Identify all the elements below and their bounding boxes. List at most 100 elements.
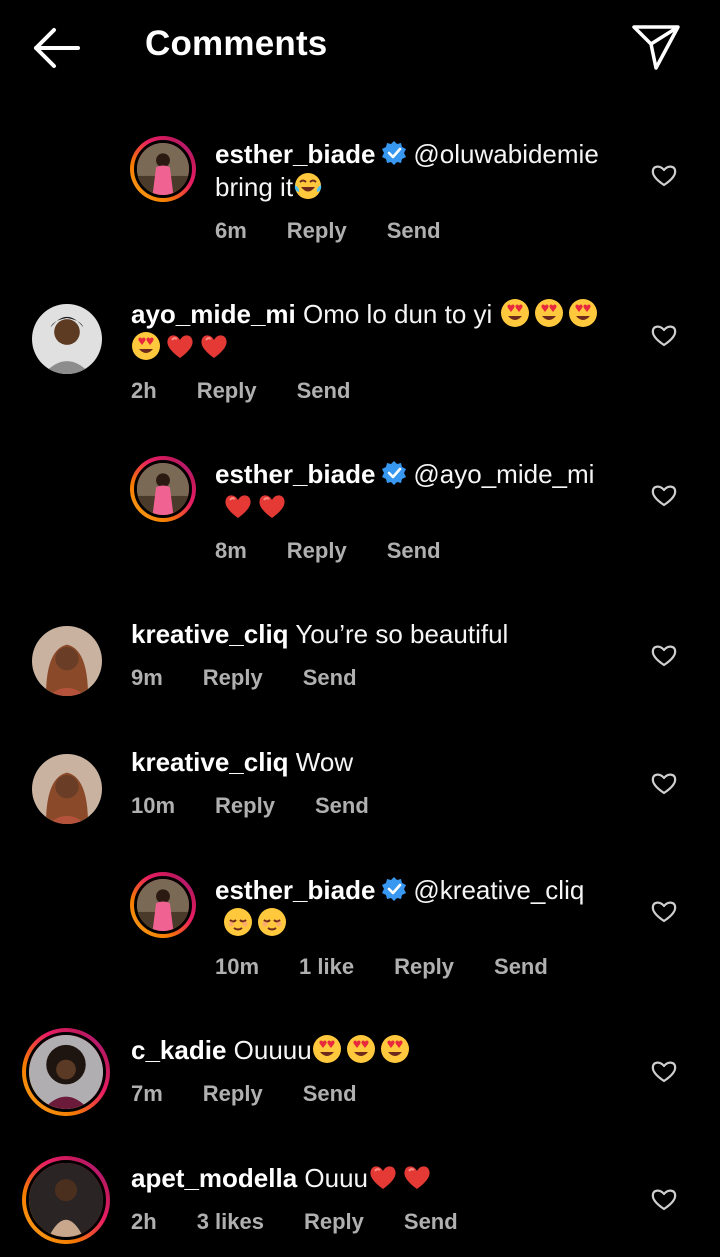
like-heart-icon[interactable] [650,482,678,508]
heart-eyes-icon [534,298,564,328]
reply-button[interactable]: Reply [215,793,275,818]
comment-body: @kreative_cliq [413,875,585,905]
red-heart-icon [223,491,253,521]
like-heart-icon[interactable] [650,898,678,924]
comment-text: ayo_mide_mi Omo lo dun to yi [131,298,621,364]
relieved-face-icon [223,907,253,937]
send-button[interactable]: Send [387,218,441,243]
comment-time: 8m [215,538,247,563]
reply-button[interactable]: Reply [287,538,347,563]
comment-body: @ayo_mide_mi [413,459,595,489]
avatar[interactable] [130,456,196,522]
comment-meta: 7m Reply Send [131,1081,397,1107]
verified-badge-icon [381,460,407,486]
arrow-left-icon[interactable] [30,26,82,70]
comment-username[interactable]: kreative_cliq [131,619,289,649]
comment-meta: 2h Reply Send [131,378,390,404]
comment-username[interactable]: c_kadie [131,1035,226,1065]
red-heart-icon [199,331,229,361]
reply-button[interactable]: Reply [203,665,263,690]
like-heart-icon[interactable] [650,1186,678,1212]
avatar[interactable] [130,136,196,202]
red-heart-icon [257,491,287,521]
reply-button[interactable]: Reply [197,378,257,403]
comment-time: 6m [215,218,247,243]
like-heart-icon[interactable] [650,322,678,348]
send-button[interactable]: Send [303,665,357,690]
reply-button[interactable]: Reply [287,218,347,243]
heart-eyes-icon [131,331,161,361]
comment-time: 2h [131,378,157,403]
like-heart-icon[interactable] [650,770,678,796]
send-button[interactable]: Send [387,538,441,563]
verified-badge-icon [381,876,407,902]
send-button[interactable]: Send [315,793,369,818]
comment-body: Wow [295,747,354,777]
comment-text: esther_biade @kreative_cliq [215,874,625,940]
heart-eyes-icon [312,1034,342,1064]
avatar[interactable] [22,1156,110,1244]
avatar[interactable] [22,1028,110,1116]
heart-eyes-icon [568,298,598,328]
face-with-tears-of-joy-icon [293,171,323,201]
page-title: Comments [145,24,328,63]
like-heart-icon[interactable] [650,1058,678,1084]
comment-username[interactable]: ayo_mide_mi [131,299,296,329]
comment-body: You’re so beautiful [295,619,509,649]
comment-username[interactable]: esther_biade [215,875,375,905]
reply-button[interactable]: Reply [304,1209,364,1234]
paper-plane-icon[interactable] [630,22,682,72]
comment-body: Ouuu [304,1163,369,1193]
comment-meta: 2h 3 likes Reply Send [131,1209,498,1235]
like-heart-icon[interactable] [650,162,678,188]
emoji-group [223,908,291,938]
comment-time: 10m [131,793,176,818]
heart-eyes-icon [380,1034,410,1064]
comment-text: kreative_cliq Wow [131,746,621,779]
comment-username[interactable]: esther_biade [215,459,375,489]
comment-likes[interactable]: 1 like [299,954,354,979]
comment-text: apet_modella Ouuu [131,1162,621,1195]
send-button[interactable]: Send [297,378,351,403]
reply-button[interactable]: Reply [394,954,454,979]
comment-likes[interactable]: 3 likes [197,1209,264,1234]
comment-time: 2h [131,1209,157,1234]
comment-username[interactable]: apet_modella [131,1163,297,1193]
comment-username[interactable]: kreative_cliq [131,747,289,777]
comment-text: esther_biade @ayo_mide_mi [215,458,625,524]
top-bar: Comments [0,0,720,96]
avatar[interactable] [32,304,102,374]
avatar[interactable] [32,626,102,696]
comment-meta: 10m Reply Send [131,793,409,819]
comment-body: Omo lo dun to yi [302,299,493,329]
emoji-group [223,492,291,522]
heart-eyes-icon [500,298,530,328]
avatar[interactable] [130,872,196,938]
comment-username[interactable]: esther_biade [215,139,375,169]
send-button[interactable]: Send [303,1081,357,1106]
comment-body: Ouuuu [233,1035,312,1065]
comment-meta: 6m Reply Send [215,218,481,244]
send-button[interactable]: Send [494,954,548,979]
heart-eyes-icon [346,1034,376,1064]
emoji-group [312,1035,414,1065]
comment-meta: 9m Reply Send [131,665,397,691]
red-heart-icon [368,1162,398,1192]
comment-time: 7m [131,1081,163,1106]
like-heart-icon[interactable] [650,642,678,668]
comment-meta: 8m Reply Send [215,538,481,564]
red-heart-icon [402,1162,432,1192]
send-button[interactable]: Send [404,1209,458,1234]
reply-button[interactable]: Reply [203,1081,263,1106]
comment-text: c_kadie Ouuuu [131,1034,621,1067]
relieved-face-icon [257,907,287,937]
avatar[interactable] [32,754,102,824]
red-heart-icon [165,331,195,361]
emoji-group [368,1163,436,1193]
comment-text: esther_biade @oluwabidemie bring it [215,138,625,204]
comment-meta: 10m 1 like Reply Send [215,954,588,980]
emoji-group [293,172,327,202]
comment-time: 10m [215,954,260,979]
comment-text: kreative_cliq You’re so beautiful [131,618,621,651]
comment-time: 9m [131,665,163,690]
